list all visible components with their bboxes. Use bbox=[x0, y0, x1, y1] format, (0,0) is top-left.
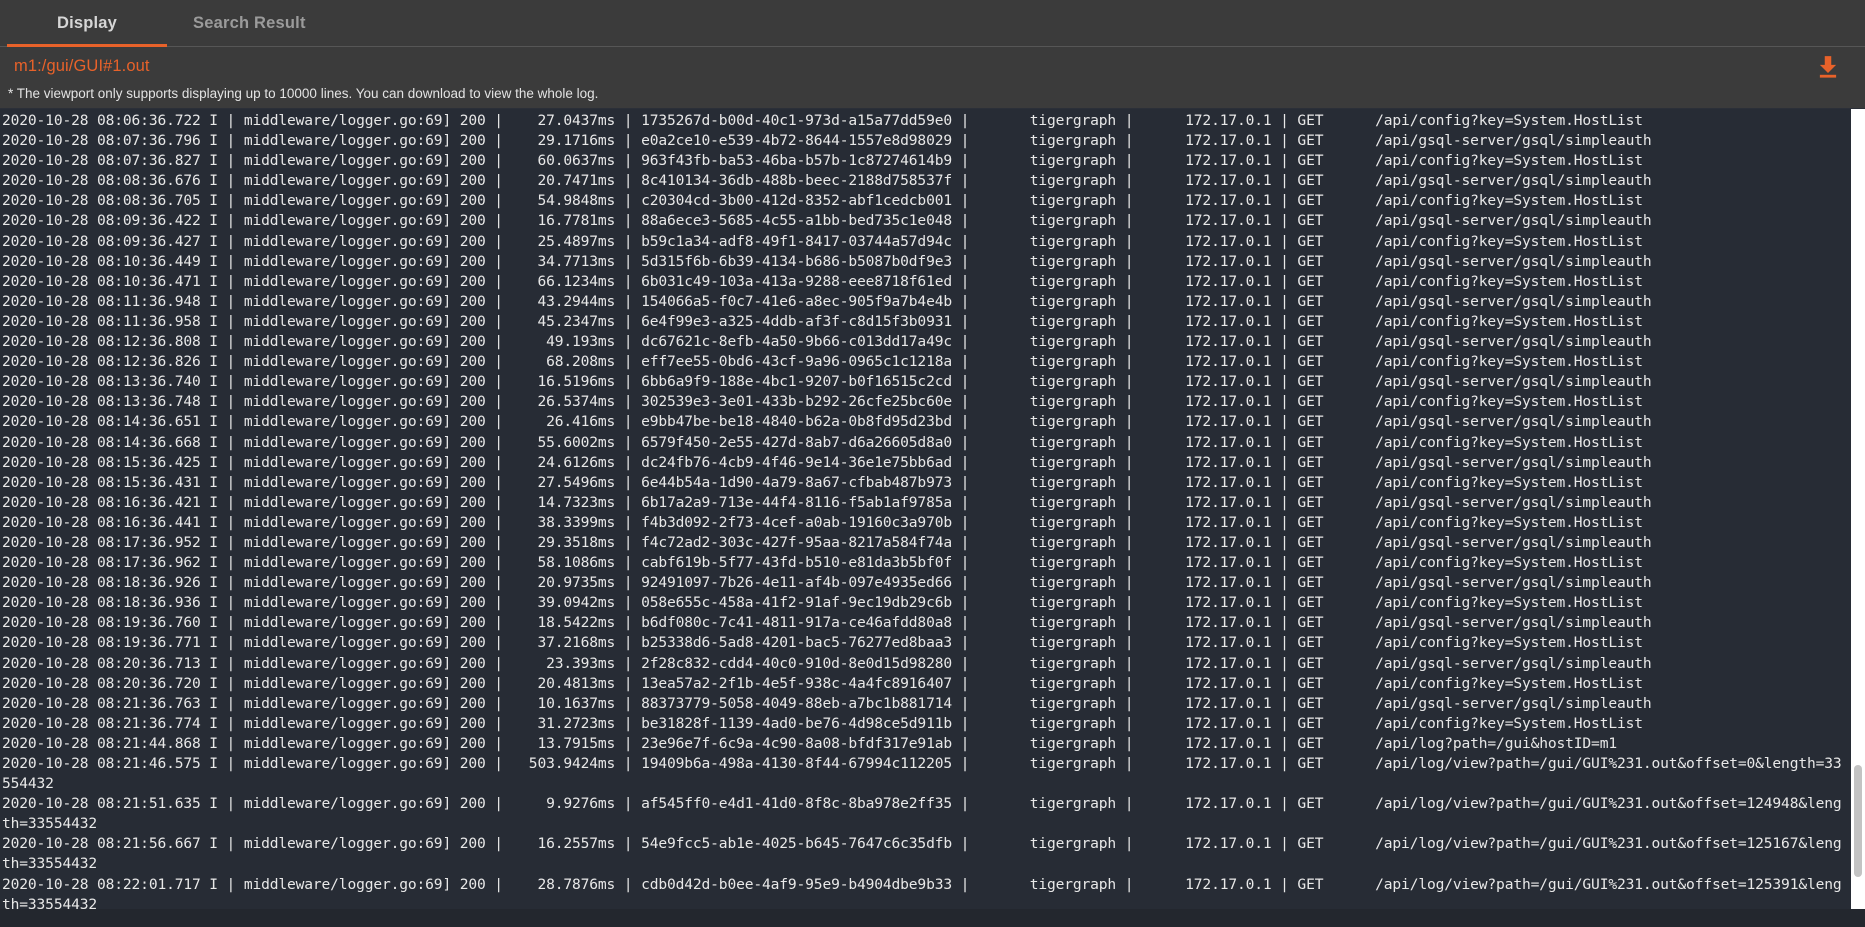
log-viewer-app: Display Search Result m1:/gui/GUI#1.out … bbox=[0, 0, 1865, 927]
log-output-panel: 2020-10-28 08:06:36.722 I | middleware/l… bbox=[0, 108, 1865, 909]
tab-search-result-label: Search Result bbox=[193, 14, 306, 33]
tab-display-label: Display bbox=[57, 14, 117, 33]
file-header-bar: m1:/gui/GUI#1.out bbox=[0, 47, 1865, 86]
tab-display[interactable]: Display bbox=[7, 0, 167, 46]
download-icon[interactable] bbox=[1815, 54, 1841, 80]
bottom-strip bbox=[0, 909, 1865, 927]
viewport-limit-notice: * The viewport only supports displaying … bbox=[0, 86, 1865, 108]
log-vertical-scrollbar[interactable] bbox=[1851, 109, 1865, 909]
tab-search-result[interactable]: Search Result bbox=[167, 0, 332, 46]
tab-bar: Display Search Result bbox=[0, 0, 1865, 47]
log-scrollbar-thumb[interactable] bbox=[1854, 765, 1862, 877]
file-path-label: m1:/gui/GUI#1.out bbox=[14, 57, 150, 76]
log-scroll-viewport[interactable]: 2020-10-28 08:06:36.722 I | middleware/l… bbox=[0, 109, 1851, 909]
log-text: 2020-10-28 08:06:36.722 I | middleware/l… bbox=[0, 111, 1851, 909]
